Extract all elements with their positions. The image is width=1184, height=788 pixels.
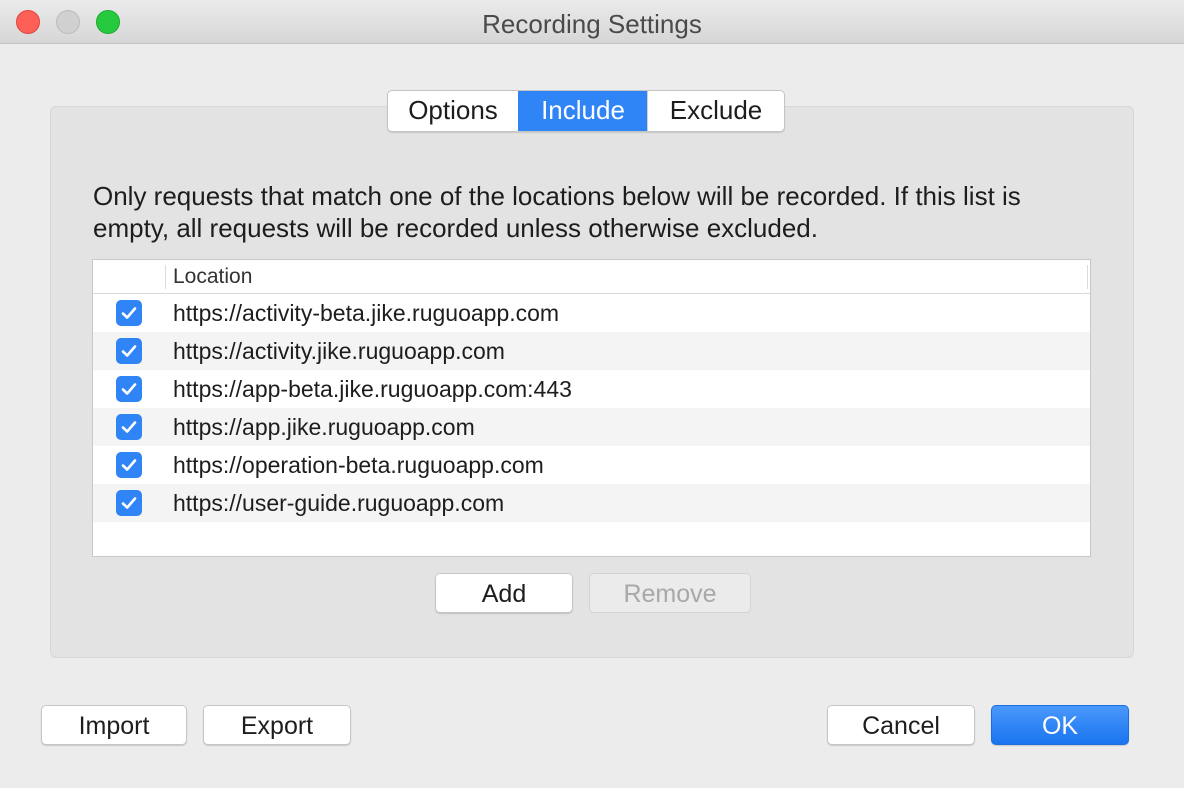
table-row[interactable]: https://app.jike.ruguoapp.com — [93, 408, 1090, 446]
table-row[interactable]: https://operation-beta.ruguoapp.com — [93, 446, 1090, 484]
column-separator[interactable] — [165, 265, 166, 289]
checkmark-icon — [121, 307, 137, 319]
enabled-checkbox[interactable] — [116, 414, 142, 440]
tab-include[interactable]: Include — [518, 91, 647, 131]
location-cell: https://activity.jike.ruguoapp.com — [173, 338, 505, 364]
enabled-checkbox[interactable] — [116, 376, 142, 402]
column-header-location[interactable]: Location — [173, 265, 252, 289]
ok-button[interactable]: OK — [991, 705, 1129, 745]
export-button[interactable]: Export — [203, 705, 351, 745]
table-header: Location — [93, 260, 1090, 294]
column-separator[interactable] — [1087, 265, 1088, 289]
checkmark-icon — [121, 497, 137, 509]
include-description: Only requests that match one of the loca… — [93, 181, 1021, 243]
table-row[interactable]: https://activity.jike.ruguoapp.com — [93, 332, 1090, 370]
location-cell: https://app-beta.jike.ruguoapp.com:443 — [173, 376, 572, 402]
window-title: Recording Settings — [482, 9, 702, 39]
checkmark-icon — [121, 383, 137, 395]
import-button[interactable]: Import — [41, 705, 187, 745]
table-row[interactable]: https://user-guide.ruguoapp.com — [93, 484, 1090, 522]
checkmark-icon — [121, 421, 137, 433]
enabled-checkbox[interactable] — [116, 300, 142, 326]
enabled-checkbox[interactable] — [116, 452, 142, 478]
settings-tabs: Options Include Exclude — [387, 90, 785, 132]
remove-location-button[interactable]: Remove — [589, 573, 751, 613]
location-cell: https://operation-beta.ruguoapp.com — [173, 452, 544, 478]
checkmark-icon — [121, 345, 137, 357]
tab-exclude[interactable]: Exclude — [647, 91, 784, 131]
location-cell: https://activity-beta.jike.ruguoapp.com — [173, 300, 560, 326]
table-row[interactable]: https://app-beta.jike.ruguoapp.com:443 — [93, 370, 1090, 408]
tab-options[interactable]: Options — [388, 91, 518, 131]
table-row[interactable]: https://activity-beta.jike.ruguoapp.com — [93, 294, 1090, 332]
enabled-checkbox[interactable] — [116, 338, 142, 364]
cancel-button[interactable]: Cancel — [827, 705, 975, 745]
location-cell: https://app.jike.ruguoapp.com — [173, 414, 475, 440]
locations-table: Location https://activity-beta.jike.rugu… — [92, 259, 1091, 557]
checkmark-icon — [121, 459, 137, 471]
table-body: https://activity-beta.jike.ruguoapp.com … — [93, 294, 1090, 522]
enabled-checkbox[interactable] — [116, 490, 142, 516]
location-cell: https://user-guide.ruguoapp.com — [173, 490, 505, 516]
title-bar: Recording Settings — [0, 0, 1184, 44]
add-location-button[interactable]: Add — [435, 573, 573, 613]
